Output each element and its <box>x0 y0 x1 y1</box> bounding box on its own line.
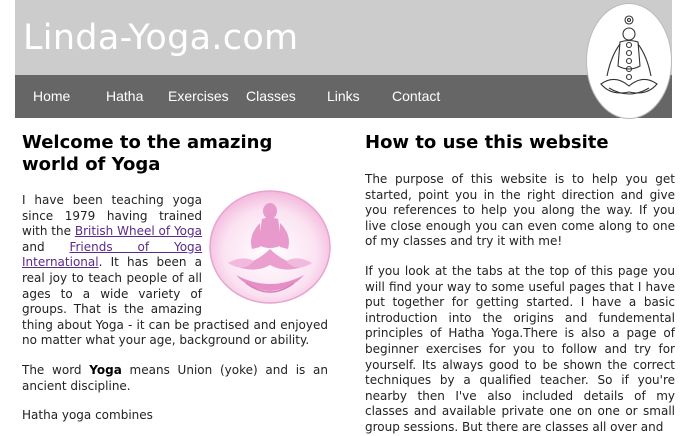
british-wheel-of-yoga-link[interactable]: British Wheel of Yoga <box>75 224 202 238</box>
welcome-section: Welcome to the amazing world of Yoga I h… <box>22 118 331 424</box>
site-title: Linda-Yoga.com <box>23 18 299 58</box>
pink-meditating-buddha-icon <box>209 190 331 304</box>
nav-links[interactable]: Links <box>327 88 360 104</box>
yoga-word: Yoga <box>89 362 122 377</box>
how-to-use-section: How to use this website The purpose of t… <box>365 118 675 436</box>
how-to-use-heading: How to use this website <box>365 132 609 153</box>
site-header: Linda-Yoga.com <box>15 0 672 75</box>
nav-home[interactable]: Home <box>33 88 70 104</box>
main-navigation: Home Hatha Exercises Classes Links Conta… <box>15 75 672 118</box>
yoga-meaning-start: The word <box>22 362 90 377</box>
nav-hatha[interactable]: Hatha <box>106 88 143 104</box>
tabs-paragraph: If you look at the tabs at the top of th… <box>365 263 675 434</box>
yoga-meaning-paragraph: The word Yoga means Union (yoke) and is … <box>22 363 328 394</box>
nav-contact[interactable]: Contact <box>392 88 440 104</box>
hatha-yoga-paragraph: Hatha yoga combines <box>22 408 153 423</box>
intro-paragraph: I have been teaching yoga since 1979 hav… <box>22 190 331 349</box>
intro-text-and: and <box>22 239 70 254</box>
chakra-meditation-figure-icon[interactable] <box>586 3 672 119</box>
welcome-heading: Welcome to the amazing world of Yoga <box>22 132 273 175</box>
nav-exercises[interactable]: Exercises <box>168 88 229 104</box>
purpose-paragraph: The purpose of this website is to help y… <box>365 172 675 249</box>
nav-classes[interactable]: Classes <box>246 88 296 104</box>
